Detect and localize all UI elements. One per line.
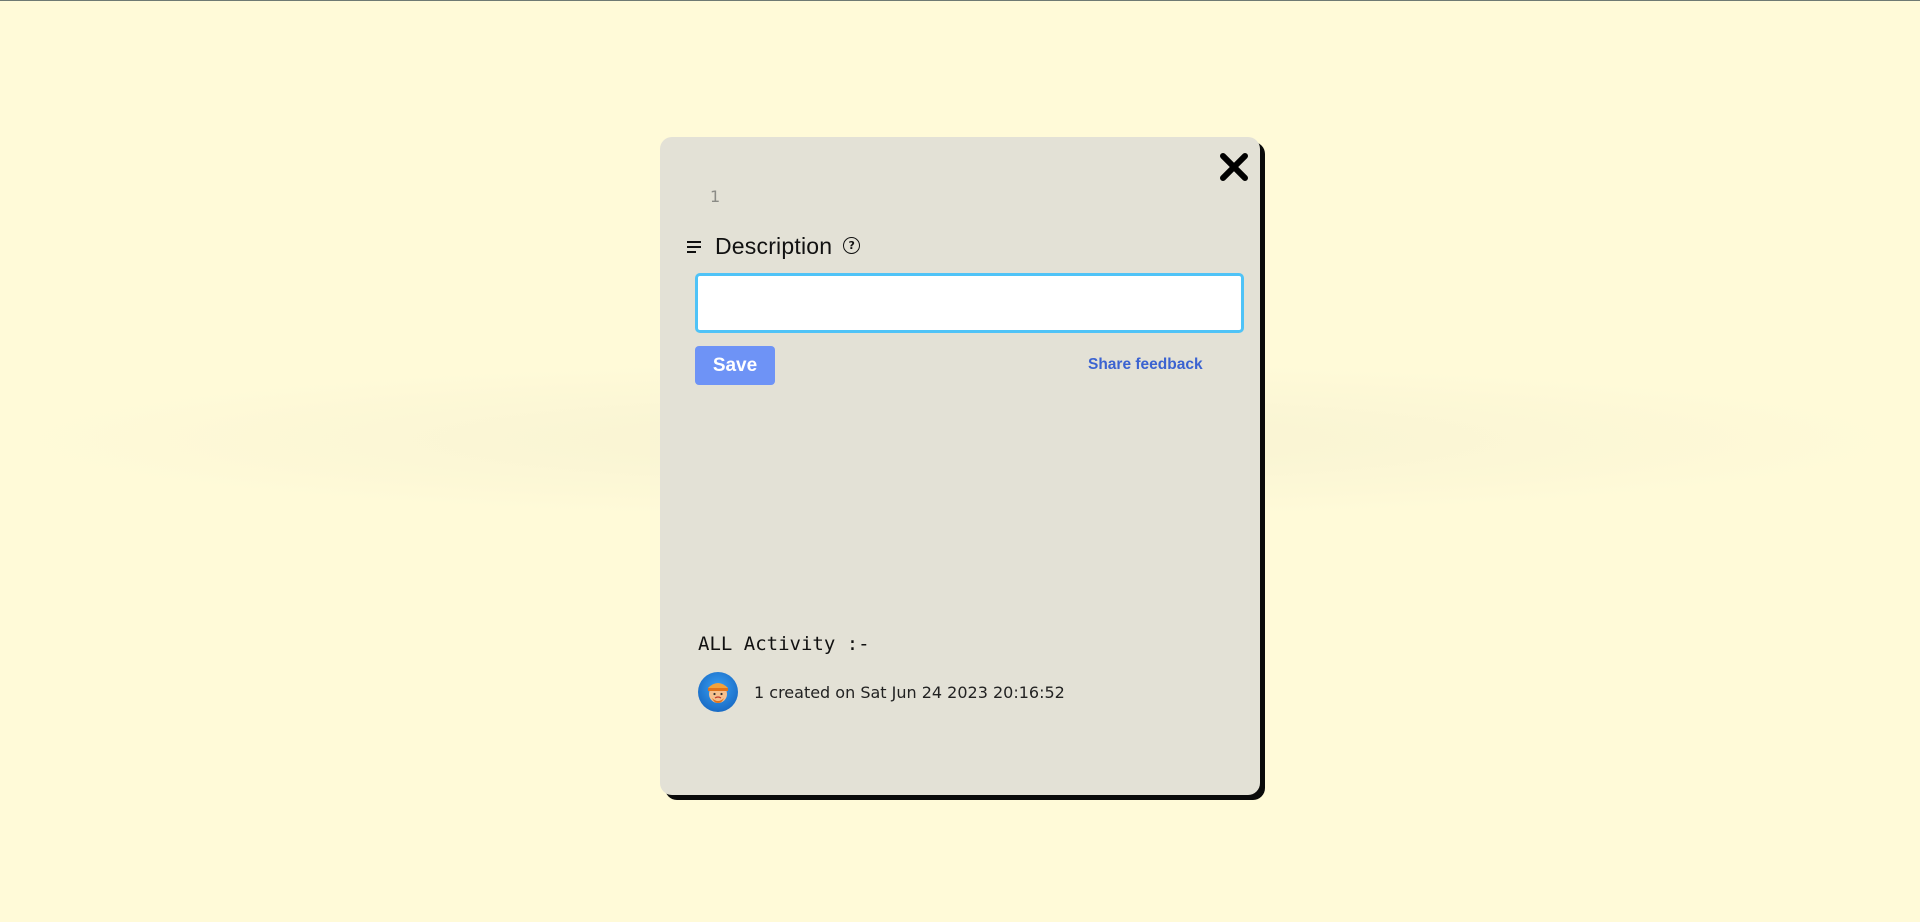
question-circle-icon[interactable]: ? [843, 237, 861, 254]
description-title: Description [715, 233, 833, 259]
user-avatar-icon [708, 683, 728, 703]
activity-heading: ALL Activity :- [698, 633, 870, 655]
text-lines-icon [687, 239, 703, 255]
close-x-icon[interactable] [1219, 152, 1249, 182]
card-title[interactable]: 1 [710, 187, 720, 206]
activity-list-item: 1 created on Sat Jun 24 2023 20:16:52 [698, 672, 1065, 712]
avatar [698, 672, 738, 712]
share-feedback-link[interactable]: Share feedback [1088, 356, 1203, 374]
description-header: Description ? [687, 233, 861, 260]
save-button[interactable]: Save [695, 346, 775, 385]
close-button[interactable] [1216, 149, 1252, 185]
activity-text: 1 created on Sat Jun 24 2023 20:16:52 [754, 682, 1065, 702]
description-input[interactable] [695, 273, 1244, 333]
top-border-line [0, 0, 1920, 1]
card-detail-modal: 1 Description ? Save Share feedback ALL … [660, 137, 1260, 795]
